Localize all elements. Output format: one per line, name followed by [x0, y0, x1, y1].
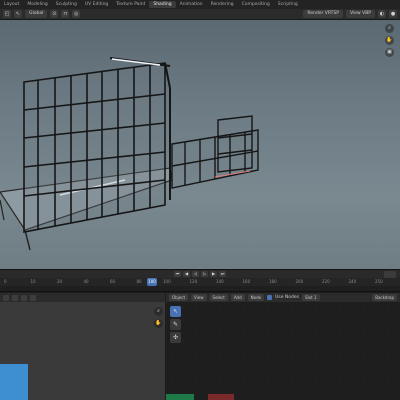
ruler-tick: 140	[216, 279, 224, 284]
node-tool-icon[interactable]: ✣	[170, 332, 181, 343]
scene-render	[0, 57, 259, 251]
snap-icon[interactable]: ⊓	[61, 10, 70, 18]
zoom-icon[interactable]: ⌕	[385, 24, 394, 33]
proportional-edit-icon[interactable]: ◎	[72, 10, 81, 18]
ruler-tick: 160	[242, 279, 251, 284]
viewport-header: ◰ ↖ Global ⊙ ⊓ ◎ Render VRTSP View VBP ◐…	[0, 9, 400, 20]
timeline-controls: ⏮ ◀ ◁ ▷ ▶ ⏭	[0, 269, 400, 278]
zoom-icon[interactable]: ⌕	[154, 307, 163, 316]
ruler-tick: 40	[83, 279, 89, 284]
camera-icon[interactable]: ▣	[385, 48, 394, 57]
tab-scripting[interactable]: Scripting	[274, 1, 302, 8]
ruler-tick: 100	[163, 279, 171, 284]
node-editor[interactable]: ↖ ✎ ✣	[166, 302, 400, 400]
use-nodes-checkbox[interactable]	[267, 295, 273, 300]
workspace-tabs: Layout Modeling Sculpting UV Editing Texture…	[0, 0, 400, 9]
overlay-icon[interactable]: ◐	[378, 10, 386, 18]
jump-start-icon[interactable]: ⏮	[174, 271, 181, 277]
node-toolbar: ↖ ✎ ✣	[170, 306, 181, 343]
tab-sculpting[interactable]: Sculpting	[52, 1, 81, 8]
3d-viewport[interactable]: ⌕ ✋ ▣	[0, 20, 400, 269]
ruler-tick: 60	[110, 279, 116, 284]
tab-modeling[interactable]: Modeling	[23, 1, 51, 8]
image-nav-tools: ⌕ ✋	[154, 307, 163, 328]
node-editor-header: Object View Select Add Node Use Nodes Sl…	[166, 293, 400, 302]
annotate-tool-icon[interactable]: ✎	[170, 319, 181, 330]
play-icon[interactable]: ▷	[201, 271, 208, 277]
ruler-tick: 220	[322, 279, 330, 284]
shader-node-output[interactable]	[166, 394, 194, 400]
low-fence	[171, 129, 259, 189]
ruler-tick: 180	[269, 279, 277, 284]
frame-field[interactable]	[384, 271, 396, 278]
uv-menu-icon[interactable]	[30, 294, 36, 301]
image-editor[interactable]: ⌕ ✋	[0, 302, 165, 400]
slot-select[interactable]: Slot 1	[302, 294, 320, 301]
ruler-tick: 80	[136, 279, 142, 284]
tab-compositing[interactable]: Compositing	[238, 1, 274, 8]
ruler-tick: 10	[30, 279, 36, 284]
material-select[interactable]: Backdrop	[372, 294, 397, 301]
menu-node[interactable]: Node	[247, 294, 265, 301]
tab-rendering[interactable]: Rendering	[207, 1, 238, 8]
select-tool-icon[interactable]: ↖	[170, 306, 181, 317]
ruler-tick: 240	[348, 279, 357, 284]
cursor-icon[interactable]: ↖	[14, 10, 22, 18]
tab-texture-paint[interactable]: Texture Paint	[112, 1, 149, 8]
ruler-tick: 120	[189, 279, 198, 284]
tab-shading[interactable]: Shading	[149, 1, 176, 8]
ruler-tick: 200	[295, 279, 304, 284]
editor-type-icon[interactable]: ◰	[3, 10, 11, 18]
object-select[interactable]: Object	[169, 294, 189, 301]
play-reverse-icon[interactable]: ◁	[192, 271, 199, 277]
tab-uv-editing[interactable]: UV Editing	[81, 1, 112, 8]
tab-animation[interactable]: Animation	[176, 1, 207, 8]
pan-icon[interactable]: ✋	[154, 319, 163, 328]
current-frame-marker[interactable]: 100	[147, 278, 157, 286]
jump-end-icon[interactable]: ⏭	[219, 271, 226, 277]
image-menu-icon[interactable]	[21, 294, 27, 301]
timeline-ruler[interactable]: 250 240 220 200 180 160 140 120 100 80 60 40 20 10 0 1…	[0, 278, 400, 286]
render-engine-select[interactable]: Render VRTSP	[303, 10, 343, 18]
transform-orientation-select[interactable]: Global	[25, 10, 48, 18]
editor-type-icon[interactable]	[3, 294, 9, 301]
menu-view[interactable]: View	[191, 294, 207, 301]
menu-select[interactable]: Select	[209, 294, 228, 301]
view-menu-icon[interactable]	[12, 294, 18, 301]
use-nodes-label: Use Nodes	[275, 295, 300, 300]
ruler-tick: 20	[57, 279, 63, 284]
lamp-light	[111, 58, 161, 66]
menu-add[interactable]: Add	[230, 294, 245, 301]
mesh-gate	[23, 62, 166, 233]
prev-key-icon[interactable]: ◀	[183, 271, 190, 277]
image-editor-header	[0, 293, 165, 302]
view-layer-select[interactable]: View VBP	[346, 10, 375, 18]
tab-layout[interactable]: Layout	[0, 1, 23, 8]
shading-icon[interactable]: ●	[389, 10, 397, 18]
navigation-gizmo: ⌕ ✋ ▣	[385, 24, 394, 57]
timeline-track[interactable]	[0, 286, 400, 292]
shader-node-texture[interactable]	[208, 394, 234, 400]
texture-preview	[0, 364, 28, 400]
pan-icon[interactable]: ✋	[385, 36, 394, 45]
ruler-tick: 250	[375, 279, 383, 284]
pivot-icon[interactable]: ⊙	[50, 10, 59, 18]
ruler-tick: 0	[4, 279, 7, 284]
next-key-icon[interactable]: ▶	[210, 271, 217, 277]
